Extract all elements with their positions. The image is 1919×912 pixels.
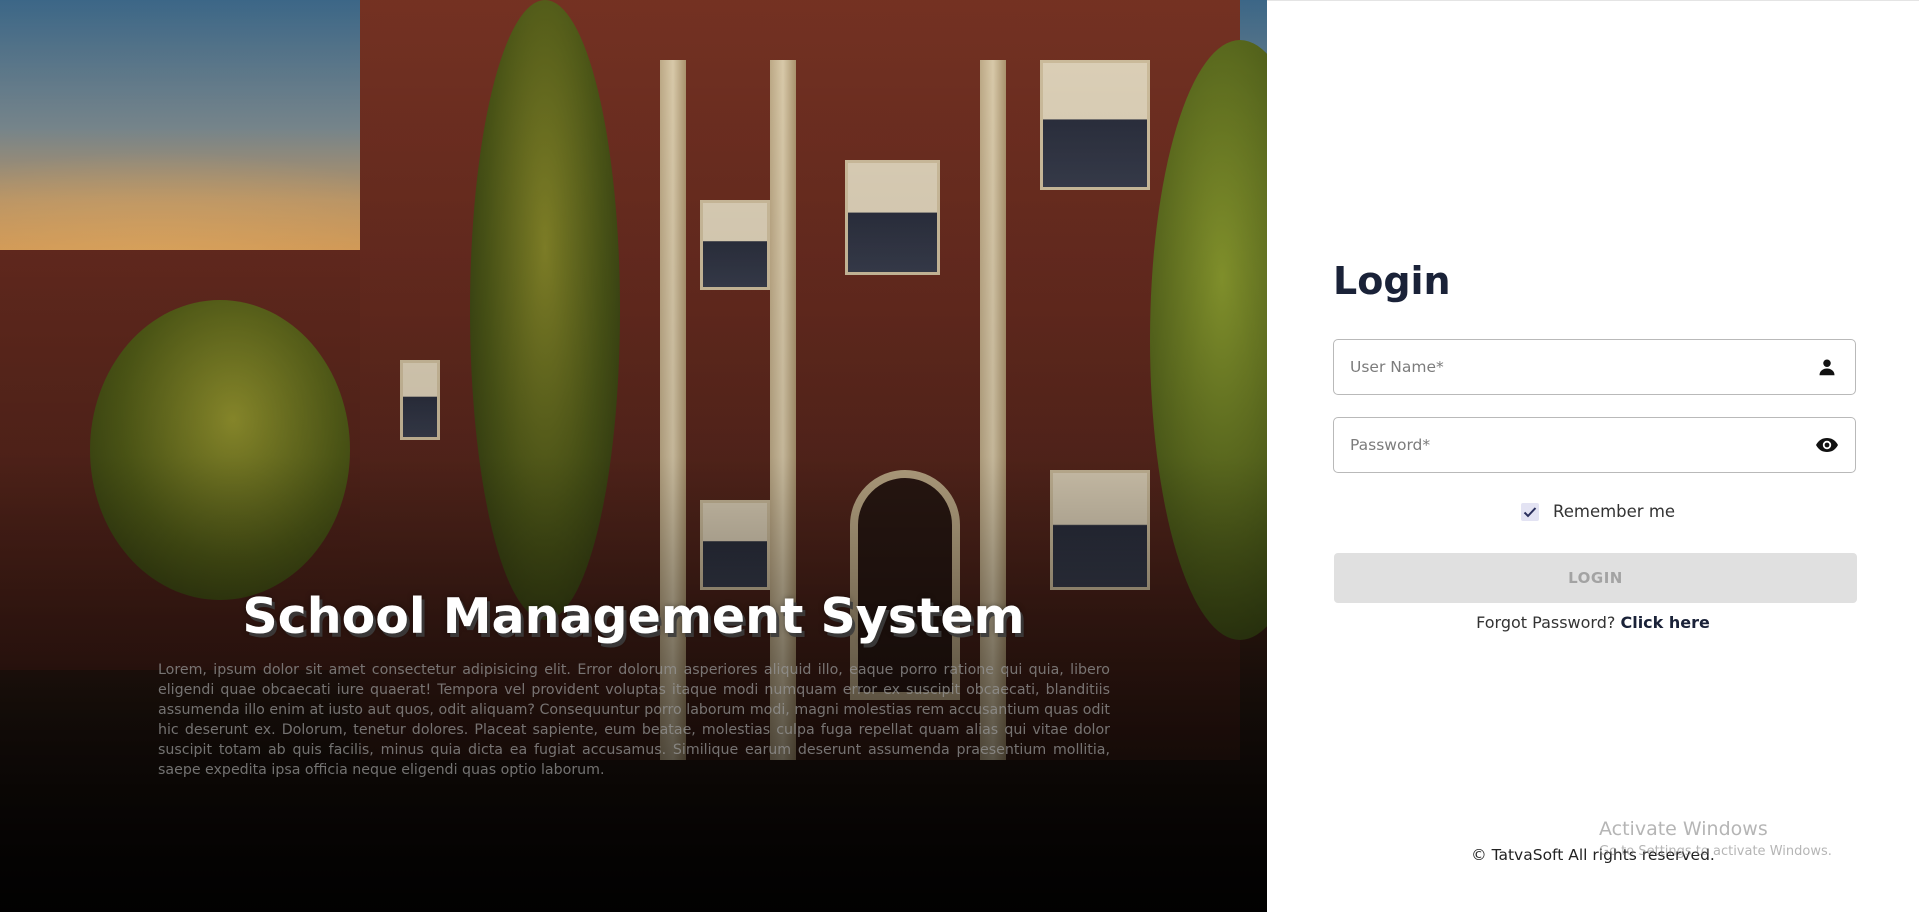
watermark-title: Activate Windows <box>1599 818 1768 840</box>
forgot-text: Forgot Password? <box>1476 613 1616 632</box>
login-title: Login <box>1333 259 1451 303</box>
forgot-password: Forgot Password? Click here <box>1267 613 1919 632</box>
hero-description: Lorem, ipsum dolor sit amet consectetur … <box>158 662 1110 778</box>
login-button[interactable]: LOGIN <box>1334 553 1857 603</box>
forgot-link[interactable]: Click here <box>1620 613 1709 632</box>
hero-panel: School Management System Lorem, ipsum do… <box>0 0 1267 912</box>
remember-label: Remember me <box>1553 502 1676 521</box>
eye-icon[interactable] <box>1815 433 1839 457</box>
remember-checkbox[interactable] <box>1521 502 1539 521</box>
hero-title: School Management System <box>242 588 1025 645</box>
login-panel: Login Remember me LOGIN Forgot Password?… <box>1267 0 1919 912</box>
watermark-subtitle: Go to Settings to activate Windows. <box>1599 844 1832 859</box>
windows-watermark: Activate Windows Go to Settings to activ… <box>1599 818 1832 859</box>
remember-me: Remember me <box>1521 502 1675 521</box>
username-input[interactable] <box>1350 358 1815 376</box>
password-field[interactable] <box>1333 417 1856 473</box>
password-input[interactable] <box>1350 436 1815 454</box>
username-field[interactable] <box>1333 339 1856 395</box>
checkmark-icon <box>1523 506 1537 517</box>
person-icon <box>1815 355 1839 379</box>
